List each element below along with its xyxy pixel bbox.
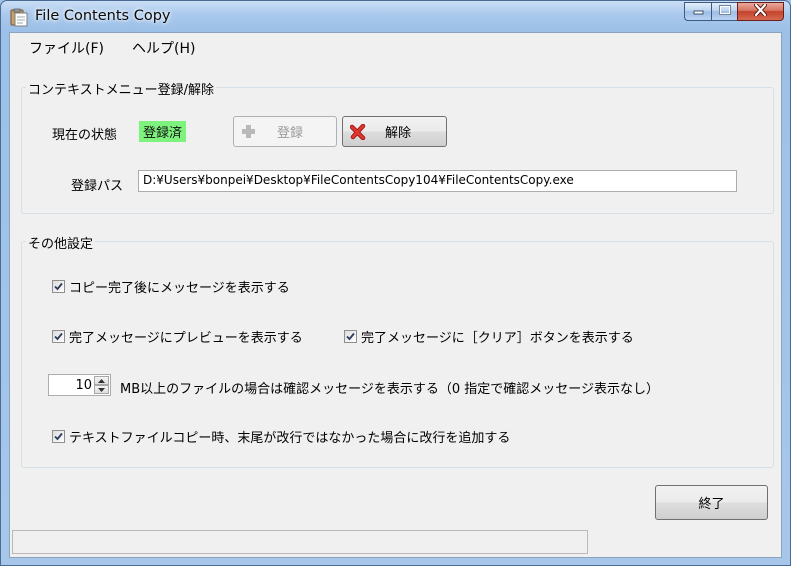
- checkmark-icon: [346, 332, 355, 341]
- close-icon: [754, 2, 767, 20]
- status-label: 現在の状態: [52, 128, 118, 143]
- exit-button[interactable]: 終了: [655, 485, 768, 520]
- show-preview-label: 完了メッセージにプレビューを表示する: [69, 331, 303, 346]
- checkmark-icon: [54, 282, 63, 291]
- register-button[interactable]: 登録: [233, 116, 337, 147]
- clipboard-icon: [10, 8, 28, 27]
- stepper-buttons: [94, 376, 109, 394]
- plus-icon: [241, 124, 256, 139]
- menu-help[interactable]: ヘルプ(H): [132, 38, 195, 58]
- append-newline-option[interactable]: テキストファイルコピー時、末尾が改行ではなかった場合に改行を追加する: [52, 427, 510, 446]
- show-message-after-copy-checkbox[interactable]: [52, 280, 65, 293]
- show-message-after-copy-label: コピー完了後にメッセージを表示する: [69, 281, 290, 296]
- append-newline-label: テキストファイルコピー時、末尾が改行ではなかった場合に改行を追加する: [69, 431, 511, 446]
- red-x-icon: [350, 123, 366, 140]
- client-area: ファイル(F) ヘルプ(H) コンテキストメニュー登録/解除 現在の状態 登録済…: [9, 32, 782, 558]
- other-settings-group-title: その他設定: [26, 233, 96, 252]
- minimize-button[interactable]: [684, 2, 711, 21]
- chevron-down-icon: [98, 387, 105, 392]
- show-clear-button-checkbox[interactable]: [344, 330, 357, 343]
- size-threshold-value[interactable]: 10: [75, 378, 92, 393]
- context-menu-group: [21, 87, 774, 214]
- chevron-up-icon: [98, 378, 105, 383]
- title-bar[interactable]: File Contents Copy: [1, 1, 790, 33]
- register-button-label: 登録: [277, 126, 304, 141]
- exit-button-label: 終了: [698, 497, 725, 512]
- path-label: 登録パス: [71, 179, 124, 194]
- size-threshold-stepper[interactable]: 10: [48, 374, 111, 396]
- append-newline-checkbox[interactable]: [52, 430, 65, 443]
- show-clear-button-label: 完了メッセージに［クリア］ボタンを表示する: [361, 331, 634, 346]
- checkmark-icon: [54, 332, 63, 341]
- size-threshold-label: MB以上のファイルの場合は確認メッセージを表示する（0 指定で確認メッセージ表示…: [120, 382, 660, 397]
- checkmark-icon: [54, 432, 63, 441]
- show-preview-option[interactable]: 完了メッセージにプレビューを表示する: [52, 327, 303, 346]
- stepper-up-button[interactable]: [94, 376, 109, 385]
- menu-file[interactable]: ファイル(F): [29, 38, 104, 58]
- unregister-button[interactable]: 解除: [342, 116, 447, 147]
- show-message-after-copy-option[interactable]: コピー完了後にメッセージを表示する: [52, 277, 290, 296]
- status-badge: 登録済: [139, 121, 187, 142]
- close-button[interactable]: [737, 2, 784, 21]
- menu-bar: ファイル(F) ヘルプ(H): [10, 33, 781, 57]
- app-window: File Contents Copy ファイル(F) ヘルプ(H) コンテキスト…: [0, 0, 791, 566]
- show-preview-checkbox[interactable]: [52, 330, 65, 343]
- maximize-button[interactable]: [711, 2, 737, 21]
- show-clear-button-option[interactable]: 完了メッセージに［クリア］ボタンを表示する: [344, 327, 634, 346]
- minimize-icon: [693, 4, 704, 19]
- window-title: File Contents Copy: [35, 8, 171, 24]
- maximize-icon: [718, 4, 731, 19]
- context-menu-group-title: コンテキストメニュー登録/解除: [26, 79, 216, 98]
- path-field[interactable]: D:¥Users¥bonpei¥Desktop¥FileContentsCopy…: [138, 170, 737, 192]
- status-bar: [12, 530, 588, 554]
- unregister-button-label: 解除: [385, 126, 412, 141]
- caption-buttons: [684, 2, 784, 22]
- stepper-down-button[interactable]: [94, 385, 109, 394]
